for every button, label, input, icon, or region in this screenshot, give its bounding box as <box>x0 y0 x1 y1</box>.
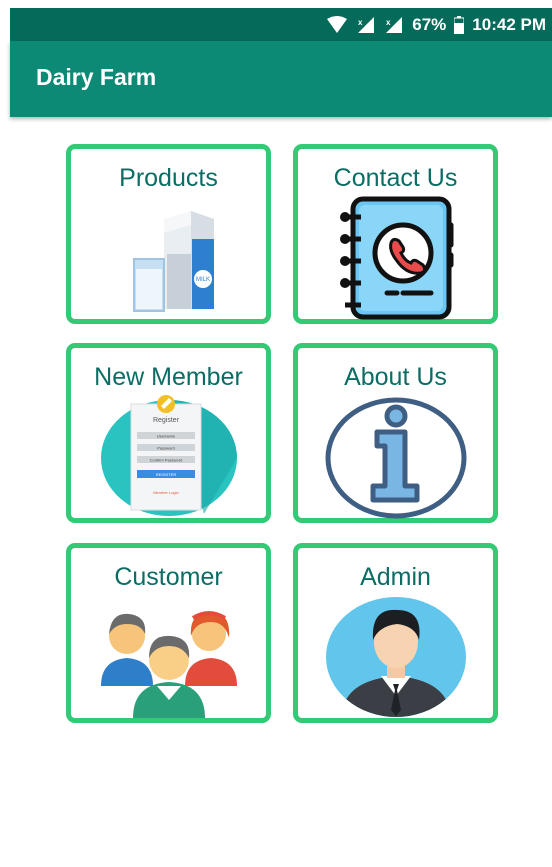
app-title: Dairy Farm <box>36 63 157 90</box>
products-label: Products <box>119 164 218 192</box>
status-bar: x x 67% 10:42 PM <box>10 8 552 41</box>
app-bar: Dairy Farm <box>10 41 552 117</box>
register-field-password: Password <box>157 446 175 451</box>
contact-book-icon <box>339 196 453 320</box>
customer-label: Customer <box>114 563 223 591</box>
about-us-card[interactable]: About Us <box>293 343 498 523</box>
register-form-icon: Register Username Password Confirm Passw… <box>100 395 237 516</box>
battery-percent: 67% <box>412 14 447 34</box>
customer-card[interactable]: Customer <box>66 543 271 723</box>
admin-label: Admin <box>360 563 431 591</box>
register-button-label: REGISTER <box>155 472 176 477</box>
products-card[interactable]: Products MILK <box>66 144 271 324</box>
admin-card[interactable]: Admin <box>293 543 498 723</box>
new-member-card[interactable]: New Member Register Username Password Co… <box>66 343 271 523</box>
contact-us-label: Contact Us <box>333 164 458 192</box>
svg-text:x: x <box>386 18 391 27</box>
new-member-label: New Member <box>94 363 243 391</box>
signal-icon: x <box>384 16 404 34</box>
register-field-username: Username <box>156 434 175 439</box>
svg-text:x: x <box>358 18 363 27</box>
wifi-icon <box>326 15 348 34</box>
clock-time: 10:42 PM <box>472 14 546 34</box>
battery-icon <box>454 15 465 34</box>
about-us-label: About Us <box>344 363 447 391</box>
contact-us-card[interactable]: Contact Us <box>293 144 498 324</box>
register-field-confirm: Confirm Password <box>149 458 182 463</box>
register-title: Register <box>152 417 179 424</box>
group-icon <box>100 611 237 718</box>
signal-icon: x <box>356 16 376 34</box>
member-login-link: Member Login <box>153 490 179 495</box>
milk-icon: MILK <box>132 211 214 312</box>
businessman-icon <box>325 597 466 717</box>
milk-carton-label: MILK <box>195 277 209 283</box>
info-icon <box>325 397 466 519</box>
